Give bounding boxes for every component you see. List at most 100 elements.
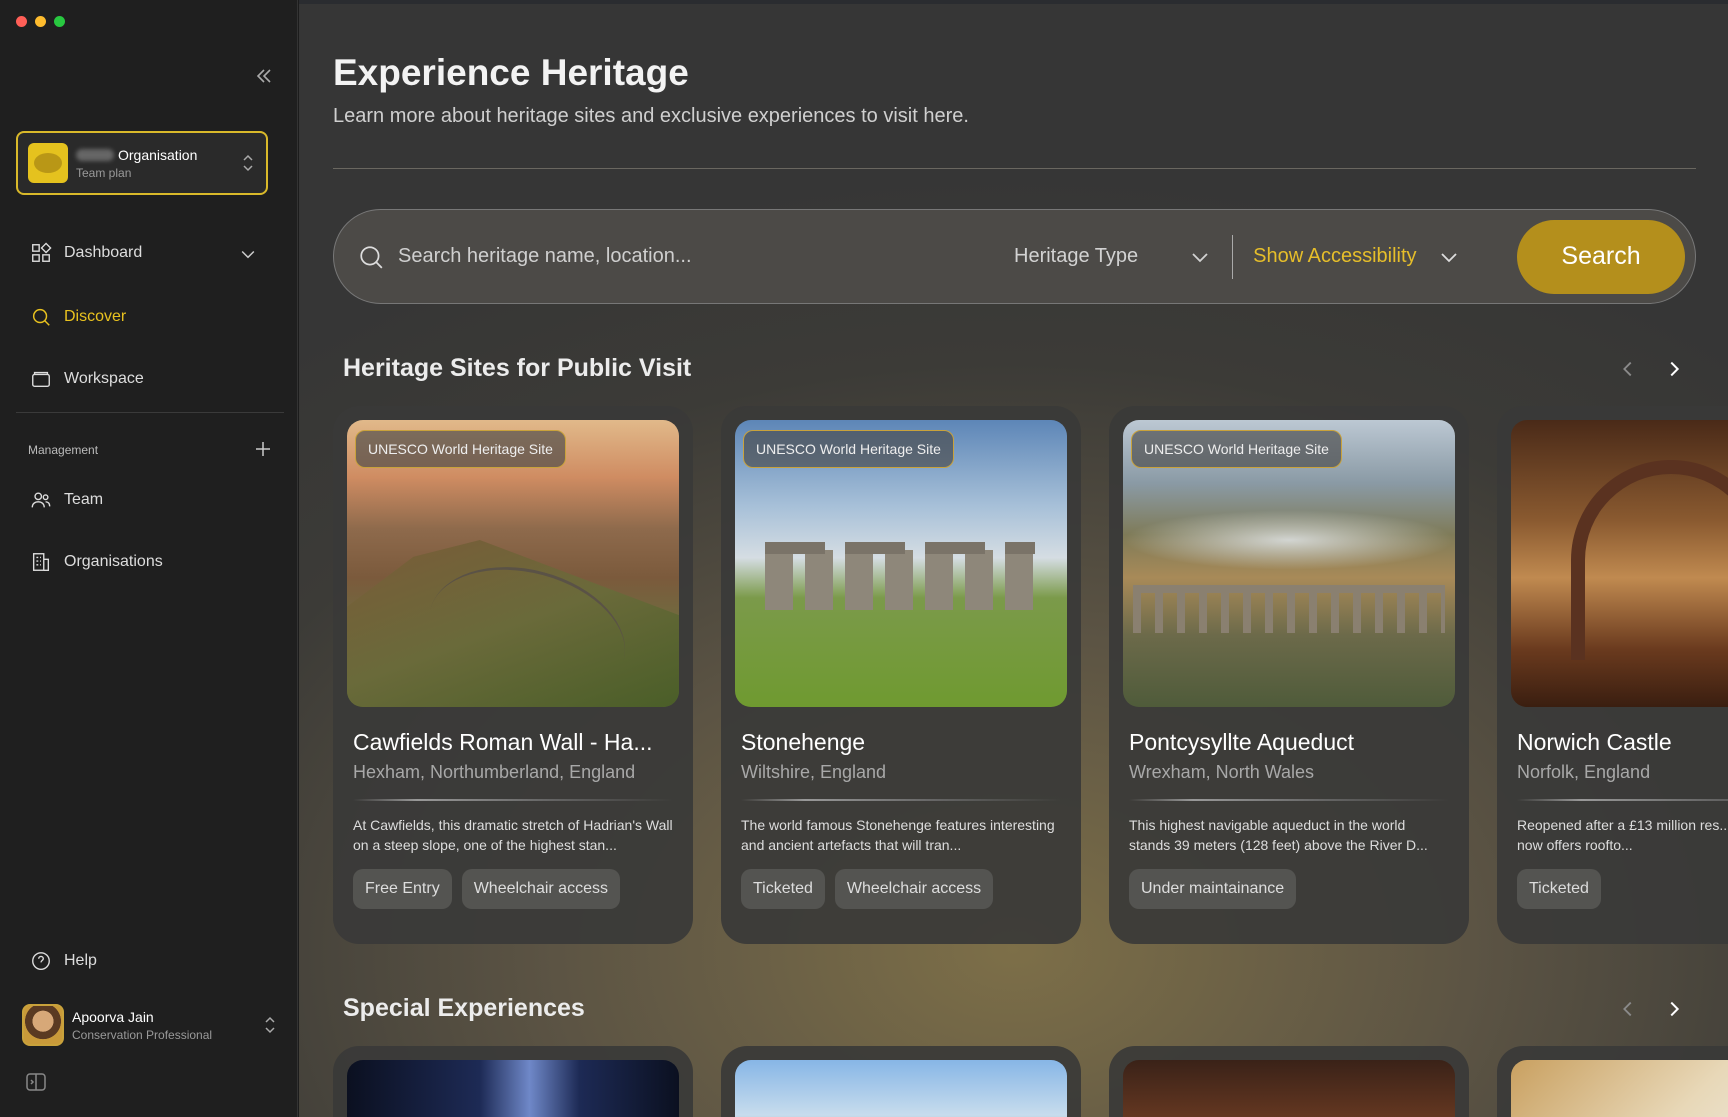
heritage-description: The world famous Stonehenge features int… <box>741 817 1055 853</box>
heritage-card[interactable]: UNESCO World Heritage Site Pontcysyllte … <box>1109 406 1469 944</box>
nav-item-help[interactable]: Help <box>30 950 97 972</box>
chevron-down-icon <box>1440 252 1457 262</box>
heritage-title: Pontcysyllte Aqueduct <box>1129 729 1355 755</box>
chevron-right-icon[interactable] <box>1663 998 1685 1020</box>
management-section-label: Management <box>28 443 99 457</box>
redacted-text <box>76 148 114 161</box>
chevron-down-icon <box>1192 252 1208 262</box>
header-divider <box>333 168 1696 169</box>
nav-item-label: Help <box>64 952 97 969</box>
heritage-description: This highest navigable aqueduct in the w… <box>1129 817 1428 853</box>
chevron-left-icon[interactable] <box>1617 998 1639 1020</box>
heritage-type-dropdown[interactable]: Heritage Type <box>1014 245 1212 269</box>
experience-card[interactable] <box>1109 1046 1469 1117</box>
accessibility-dropdown[interactable]: Show Accessibility <box>1253 245 1460 269</box>
heritage-location: Wrexham, North Wales <box>1129 762 1315 782</box>
heritage-card[interactable]: UNESCO World Heritage Site Cawfields Rom… <box>333 406 693 944</box>
section-title-special-experiences: Special Experiences <box>343 994 585 1022</box>
tag-list: Ticketed Wheelchair access <box>741 869 1061 909</box>
chevron-down-icon[interactable] <box>238 244 258 264</box>
search-icon <box>32 308 50 326</box>
heritage-image <box>1511 420 1728 707</box>
experience-card[interactable] <box>1497 1046 1728 1117</box>
close-window-button[interactable] <box>16 16 27 27</box>
organisation-name-text: Organisation <box>118 146 198 163</box>
user-info: Apoorva Jain Conservation Professional <box>72 1009 212 1042</box>
heritage-image: UNESCO World Heritage Site <box>1123 420 1455 707</box>
nav-item-label: Dashboard <box>64 244 143 261</box>
tag-under-maintenance: Under maintainance <box>1129 869 1297 909</box>
heritage-card[interactable]: UNESCO World Heritage Site Stonehenge Wi… <box>721 406 1081 944</box>
experience-image <box>347 1060 679 1117</box>
heritage-type-label: Heritage Type <box>1014 245 1139 267</box>
experience-card[interactable] <box>721 1046 1081 1117</box>
avatar <box>22 1004 64 1046</box>
mist-shape <box>1123 510 1455 570</box>
main-content: Experience Heritage Learn more about her… <box>299 0 1728 1117</box>
tag-wheelchair-access: Wheelchair access <box>834 869 994 909</box>
search-input[interactable] <box>398 245 998 268</box>
stones-shape <box>765 550 1035 610</box>
nav-item-discover[interactable]: Discover <box>30 306 126 328</box>
minimize-window-button[interactable] <box>35 16 46 27</box>
toggle-panel-icon[interactable] <box>24 1070 48 1094</box>
building-icon <box>32 553 50 571</box>
tag-list: Under maintainance <box>1129 869 1449 909</box>
tag-free-entry: Free Entry <box>353 869 452 909</box>
sidebar-divider <box>16 412 284 413</box>
unesco-badge: UNESCO World Heritage Site <box>743 430 954 468</box>
heritage-title: Norwich Castle <box>1517 729 1672 755</box>
filter-separator <box>1232 234 1234 279</box>
unesco-badge: UNESCO World Heritage Site <box>1131 430 1342 468</box>
users-icon <box>31 492 51 508</box>
chevron-up-down-icon <box>265 1016 275 1034</box>
tag-list: Free Entry Wheelchair access <box>353 869 673 909</box>
heritage-location: Wiltshire, England <box>741 762 887 782</box>
heritage-title: Cawfields Roman Wall - Ha... <box>353 729 653 755</box>
nav-item-dashboard[interactable]: Dashboard <box>30 242 142 264</box>
aqueduct-deck <box>1133 585 1445 593</box>
window-controls <box>16 16 65 27</box>
card-divider <box>353 799 673 801</box>
tag-ticketed: Ticketed <box>741 869 825 909</box>
collapse-sidebar-icon[interactable] <box>252 64 276 88</box>
tag-ticketed: Ticketed <box>1517 869 1601 909</box>
arch-shape <box>1571 460 1728 660</box>
experience-image <box>1123 1060 1455 1117</box>
heritage-location: Norfolk, England <box>1517 762 1651 782</box>
lintel-shape <box>765 542 1035 554</box>
nav-item-label: Organisations <box>64 553 163 570</box>
section-title-public-sites: Heritage Sites for Public Visit <box>343 354 692 382</box>
aqueduct-arches <box>1133 593 1445 633</box>
add-icon[interactable] <box>254 440 272 458</box>
user-role: Conservation Professional <box>72 1027 213 1042</box>
chevron-left-icon[interactable] <box>1617 358 1639 380</box>
accessibility-label: Show Accessibility <box>1253 245 1417 267</box>
nav-item-team[interactable]: Team <box>30 489 103 511</box>
unesco-badge: UNESCO World Heritage Site <box>355 430 566 468</box>
heritage-image: UNESCO World Heritage Site <box>735 420 1067 707</box>
organisation-logo <box>28 143 68 183</box>
card-divider <box>1129 799 1449 801</box>
heritage-card[interactable]: Norwich Castle Norfolk, England Reopened… <box>1497 406 1728 944</box>
organisation-info: Organisation Team plan <box>76 147 240 180</box>
experience-card-list <box>333 1046 1728 1117</box>
page-title: Experience Heritage <box>333 52 689 93</box>
organisation-plan: Team plan <box>76 165 132 180</box>
nav-item-workspace[interactable]: Workspace <box>30 368 144 390</box>
nav-item-label: Workspace <box>64 370 144 387</box>
user-profile-switcher[interactable]: Apoorva Jain Conservation Professional <box>22 1004 278 1046</box>
carousel-controls-public <box>1617 358 1685 380</box>
experience-image <box>735 1060 1067 1117</box>
carousel-controls-special <box>1617 998 1685 1020</box>
chevron-right-icon[interactable] <box>1663 358 1685 380</box>
heritage-title: Stonehenge <box>741 729 866 755</box>
maximize-window-button[interactable] <box>54 16 65 27</box>
nav-item-organisations[interactable]: Organisations <box>30 551 163 573</box>
experience-card[interactable] <box>333 1046 693 1117</box>
search-button[interactable]: Search <box>1517 219 1685 294</box>
heritage-description: At Cawfields, this dramatic stretch of H… <box>353 817 673 853</box>
nav-item-label: Discover <box>64 308 127 325</box>
organisation-switcher[interactable]: Organisation Team plan <box>16 131 268 195</box>
heritage-location: Hexham, Northumberland, England <box>353 762 636 782</box>
